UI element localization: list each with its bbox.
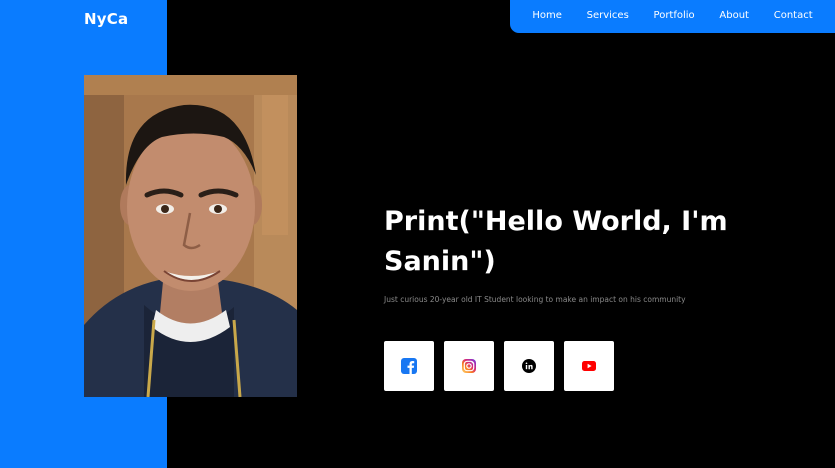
nav-portfolio-link[interactable]: Portfolio [654,10,695,21]
facebook-icon [401,358,417,374]
instagram-button[interactable] [444,341,494,391]
youtube-button[interactable] [564,341,614,391]
page: NyCa Home Services Portfolio About Conta… [0,0,835,468]
facebook-button[interactable] [384,341,434,391]
hero-subtitle: Just curious 20-year old IT Student look… [384,295,686,304]
nav-services-link[interactable]: Services [587,10,629,21]
social-links [384,341,614,391]
hero-headline: Print("Hello World, I'm Sanin") [384,206,728,277]
profile-photo [84,75,297,397]
main-navbar: Home Services Portfolio About Contact [510,0,835,33]
youtube-icon [582,361,596,371]
nav-contact-link[interactable]: Contact [774,10,813,21]
linkedin-icon [522,359,536,373]
nav-home-link[interactable]: Home [532,10,562,21]
brand-logo[interactable]: NyCa [84,10,128,28]
instagram-icon [462,359,476,373]
linkedin-button[interactable] [504,341,554,391]
nav-about-link[interactable]: About [719,10,749,21]
